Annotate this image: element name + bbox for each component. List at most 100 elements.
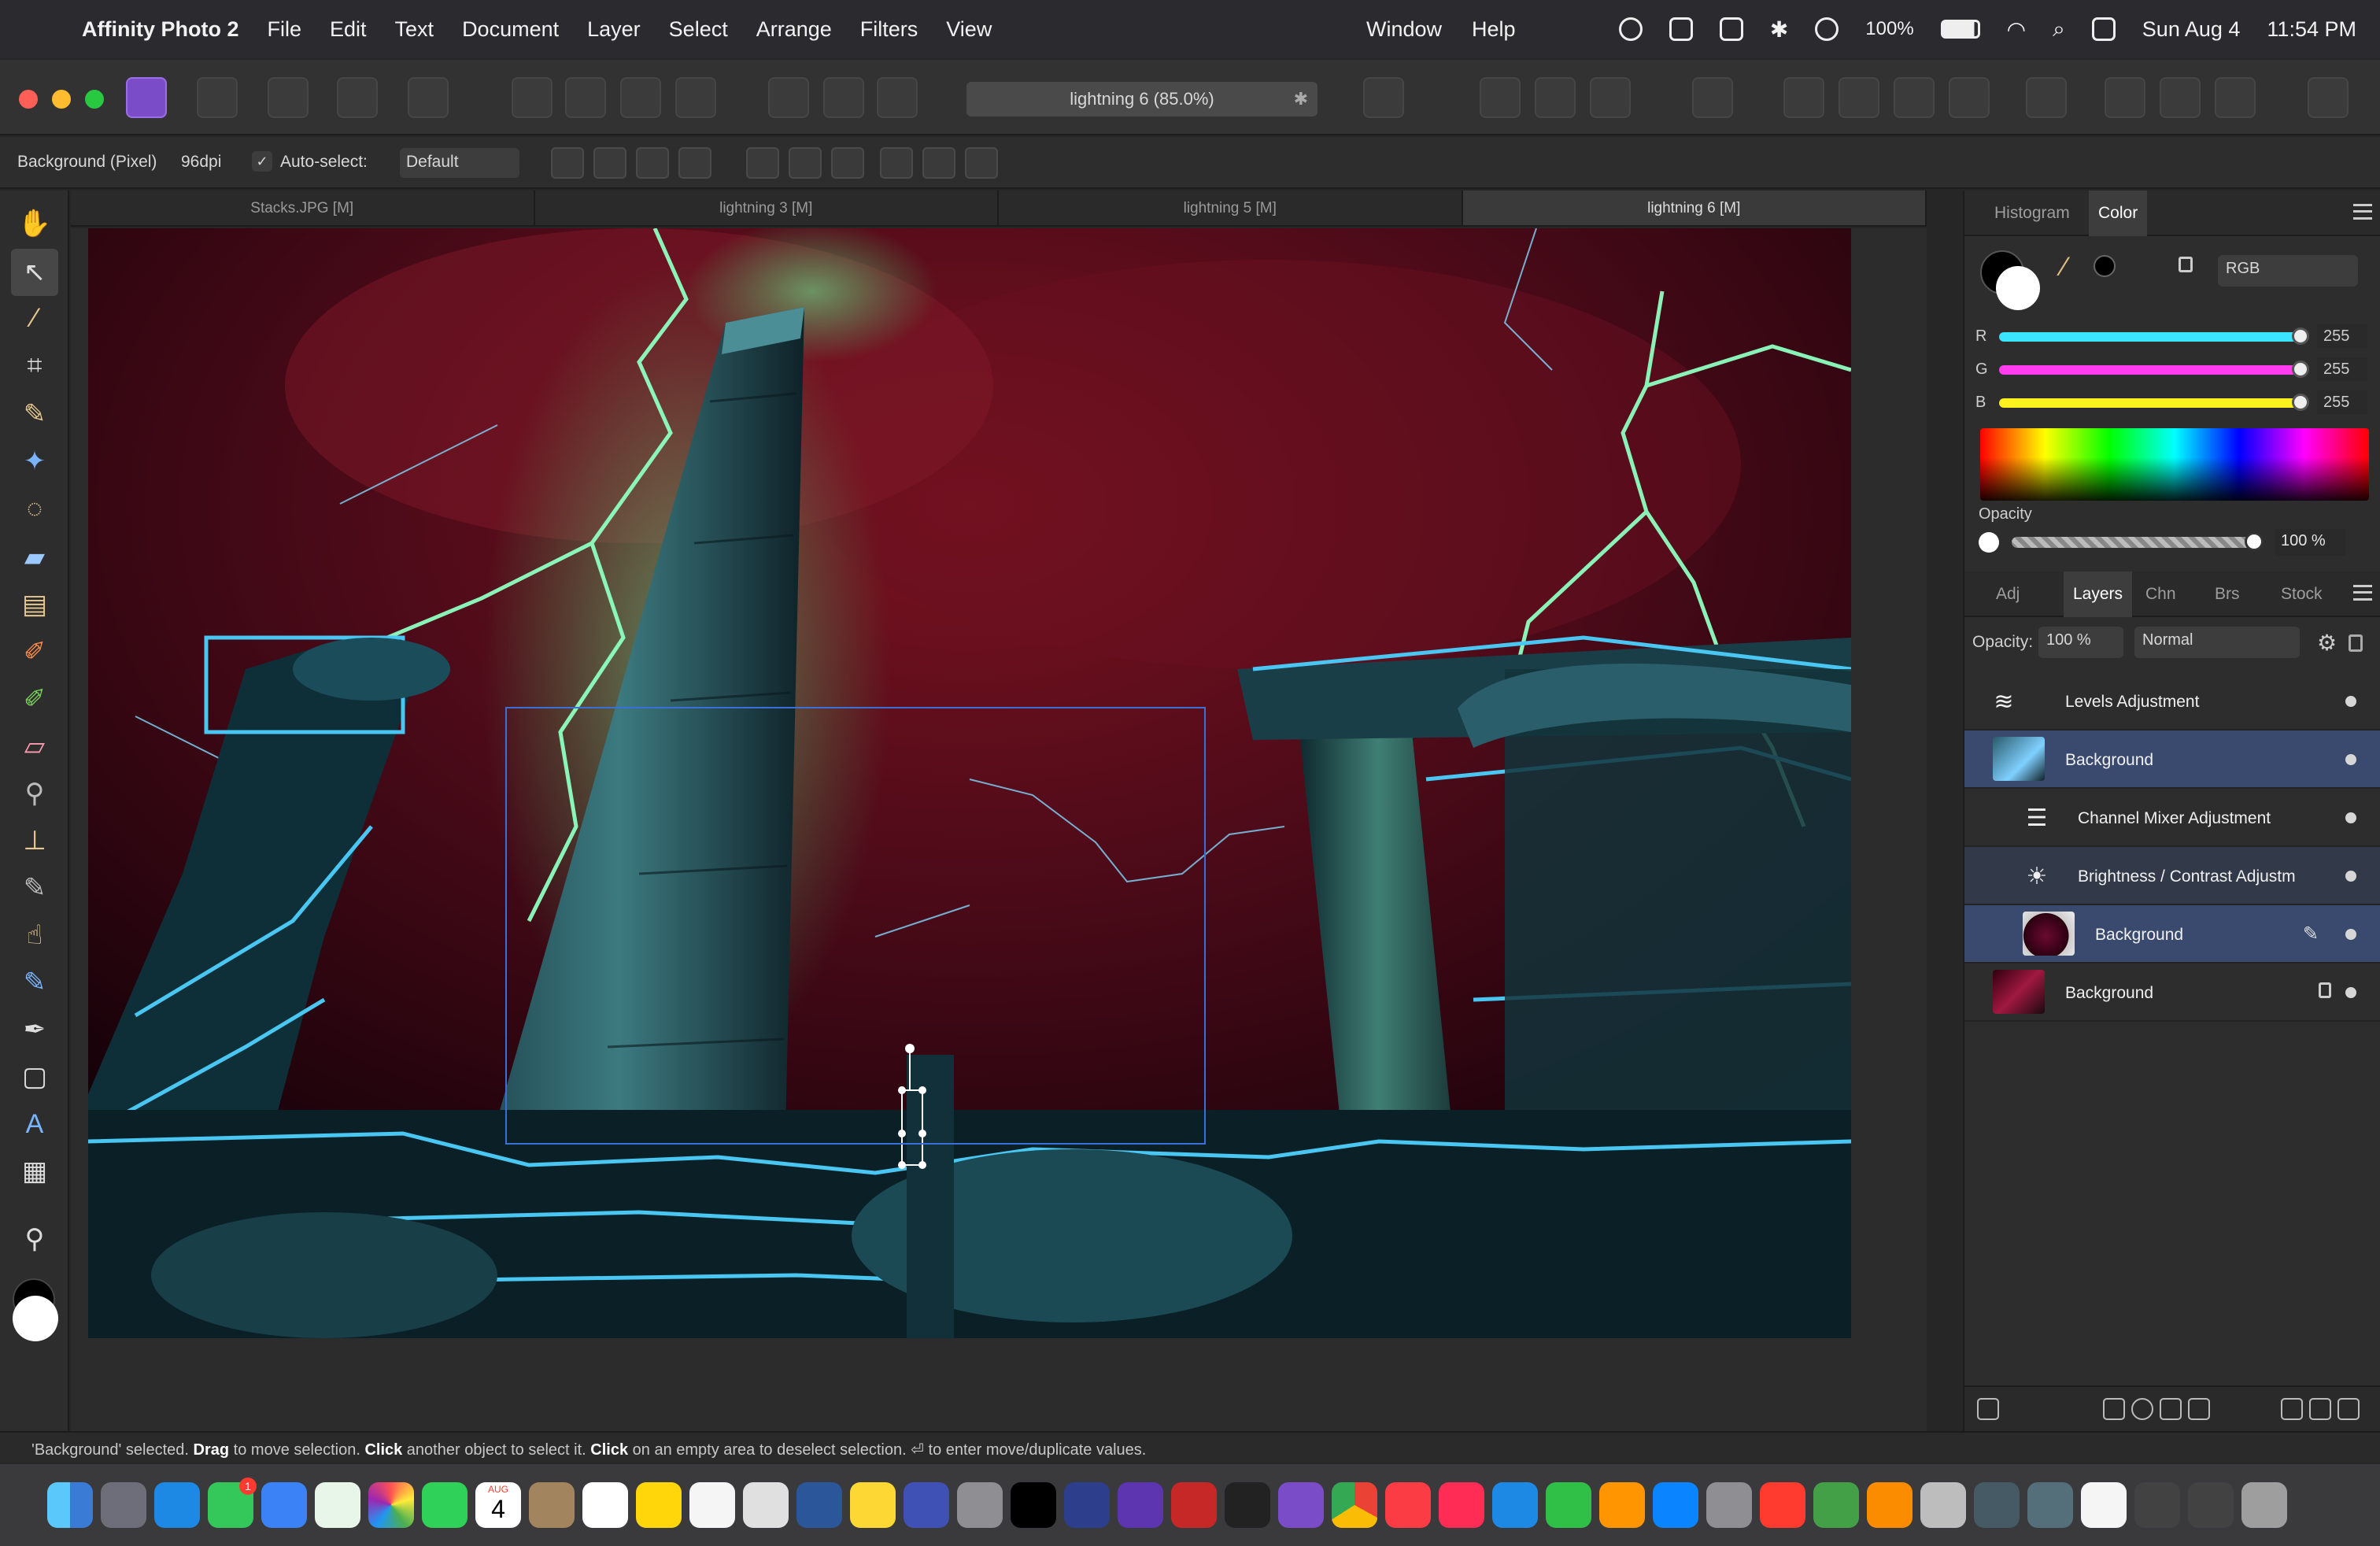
assistant-icon[interactable] bbox=[1692, 77, 1733, 118]
smudge-brush-tool-icon[interactable]: ☝ bbox=[17, 918, 52, 952]
rectangle-tool-icon[interactable]: ▢ bbox=[17, 1060, 52, 1094]
flood-fill-tool-icon[interactable]: ▰ bbox=[17, 540, 52, 575]
red-value[interactable]: 255 bbox=[2317, 324, 2367, 348]
office-apps-icon[interactable] bbox=[1760, 1482, 1805, 1528]
scale-with-object-icon[interactable] bbox=[636, 147, 669, 179]
quick-mask-icon[interactable] bbox=[1363, 77, 1404, 118]
paint-brush-tool-icon[interactable]: ✐ bbox=[17, 634, 52, 669]
align-center-icon[interactable] bbox=[789, 147, 822, 179]
zoom-window-button[interactable] bbox=[85, 90, 104, 109]
perspective-tool-icon[interactable]: ▦ bbox=[17, 1154, 52, 1189]
tab-histogram[interactable]: Histogram bbox=[1985, 190, 2079, 236]
screen-record-icon[interactable] bbox=[1618, 17, 1643, 41]
levels-icon[interactable] bbox=[512, 77, 552, 118]
system-utility-icon[interactable] bbox=[904, 1482, 949, 1528]
layer-row-levels[interactable]: ≋ Levels Adjustment bbox=[1964, 672, 2380, 730]
filezilla-icon[interactable] bbox=[1171, 1482, 1217, 1528]
green-value[interactable]: 255 bbox=[2317, 357, 2367, 381]
menu-filters[interactable]: Filters bbox=[860, 17, 918, 42]
red-track[interactable] bbox=[1999, 332, 2298, 342]
menu-text[interactable]: Text bbox=[395, 17, 434, 42]
chrome-icon[interactable] bbox=[1332, 1482, 1377, 1528]
screenshots-stack-icon[interactable] bbox=[2188, 1482, 2234, 1528]
app-store-icon[interactable] bbox=[1653, 1482, 1698, 1528]
arrange-backward-icon[interactable] bbox=[1839, 77, 1879, 118]
crop-tool-icon[interactable]: ⌗ bbox=[17, 348, 52, 383]
maps-icon[interactable] bbox=[315, 1482, 360, 1528]
auto-select-checkbox[interactable]: ✓ bbox=[252, 151, 272, 172]
finder-icon[interactable] bbox=[47, 1482, 93, 1528]
pages-icon[interactable] bbox=[1599, 1482, 1645, 1528]
color-picker-tool-icon[interactable]: ⁄ bbox=[17, 301, 52, 335]
blue-track[interactable] bbox=[1999, 398, 2298, 408]
tone-map-persona-icon[interactable] bbox=[337, 77, 378, 118]
system-settings-icon[interactable] bbox=[1706, 1482, 1752, 1528]
tab-stacks[interactable]: Stacks.JPG [M] bbox=[71, 190, 535, 225]
green-slider[interactable]: G 255 bbox=[1975, 357, 2369, 383]
layer-opacity-field[interactable]: 100 % bbox=[2038, 627, 2123, 658]
arrange-forward-icon[interactable] bbox=[1894, 77, 1935, 118]
document-title-field[interactable]: lightning 6 (85.0%) ✱ bbox=[966, 82, 1318, 117]
menu-window[interactable]: Window bbox=[1366, 17, 1442, 42]
brush-edit-icon[interactable]: ✎ bbox=[2303, 923, 2319, 945]
tab-adjustments[interactable]: Adj bbox=[1986, 571, 2029, 617]
picked-color-swatch[interactable] bbox=[2094, 255, 2116, 277]
layer-visibility-dot[interactable] bbox=[2345, 987, 2356, 998]
layer-visibility-dot[interactable] bbox=[2345, 871, 2356, 882]
wifi-icon[interactable]: ◠ bbox=[2007, 17, 2026, 43]
layer-row-background-base[interactable]: Background bbox=[1964, 963, 2380, 1022]
arrange-front-icon[interactable] bbox=[1949, 77, 1990, 118]
preview-icon[interactable] bbox=[1974, 1482, 2020, 1528]
blue-slider[interactable]: B 255 bbox=[1975, 390, 2369, 416]
auto-white-balance-icon[interactable] bbox=[675, 77, 716, 118]
menu-edit[interactable]: Edit bbox=[330, 17, 367, 42]
lock-icon[interactable] bbox=[2179, 257, 2193, 272]
layer-visibility-dot[interactable] bbox=[2345, 754, 2356, 765]
transform-origin-icon[interactable] bbox=[551, 147, 584, 179]
artistic-text-tool-icon[interactable]: A bbox=[17, 1107, 52, 1141]
freehand-selection-tool-icon[interactable]: ◌ bbox=[17, 491, 52, 526]
apple-tv-icon[interactable] bbox=[1011, 1482, 1056, 1528]
play-icon[interactable] bbox=[1815, 17, 1839, 41]
menu-time[interactable]: 11:54 PM bbox=[2267, 17, 2356, 42]
affinity-photo-icon[interactable] bbox=[1278, 1482, 1324, 1528]
boolean-add-icon[interactable] bbox=[2105, 77, 2145, 118]
erase-brush-tool-icon[interactable]: ▱ bbox=[17, 729, 52, 764]
tab-channels[interactable]: Chn bbox=[2136, 571, 2186, 617]
stickies-icon[interactable] bbox=[850, 1482, 896, 1528]
flood-select-tool-icon[interactable]: ✦ bbox=[17, 444, 52, 479]
align-left-icon[interactable] bbox=[746, 147, 779, 179]
photos-icon[interactable] bbox=[368, 1482, 414, 1528]
add-group-icon[interactable] bbox=[2281, 1398, 2303, 1420]
tab-layers[interactable]: Layers bbox=[2064, 571, 2133, 617]
account-icon[interactable] bbox=[2308, 77, 2349, 118]
document-icon[interactable] bbox=[2081, 1482, 2127, 1528]
view-tool-icon[interactable]: ✋ bbox=[17, 206, 52, 241]
auto-contrast-icon[interactable] bbox=[565, 77, 606, 118]
menu-arrange[interactable]: Arrange bbox=[756, 17, 832, 42]
tab-brushes[interactable]: Brs bbox=[2205, 571, 2249, 617]
primary-color-swatch[interactable] bbox=[13, 1296, 58, 1341]
selection-bounding-box[interactable] bbox=[505, 707, 1206, 1145]
layer-row-background-group[interactable]: Background bbox=[1964, 730, 2380, 789]
launchpad-icon[interactable] bbox=[101, 1482, 146, 1528]
snapping-icon[interactable] bbox=[1480, 77, 1521, 118]
bluetooth-icon[interactable]: ✱ bbox=[1770, 17, 1788, 43]
font-book-icon[interactable] bbox=[1920, 1482, 1966, 1528]
layer-row-brightness-contrast[interactable]: ☀ Brightness / Contrast Adjustm bbox=[1964, 847, 2380, 905]
safari-icon[interactable] bbox=[154, 1482, 200, 1528]
minimize-window-button[interactable] bbox=[52, 90, 71, 109]
opacity-knob[interactable] bbox=[2245, 532, 2264, 551]
textedit-icon[interactable] bbox=[743, 1482, 789, 1528]
numbers-icon[interactable] bbox=[1546, 1482, 1591, 1528]
search-icon[interactable]: ⌕ bbox=[2053, 17, 2065, 43]
app-name-menu[interactable]: Affinity Photo 2 bbox=[82, 17, 238, 42]
add-mask-icon[interactable] bbox=[2103, 1398, 2125, 1420]
delete-layer-icon[interactable] bbox=[2338, 1398, 2360, 1420]
layer-visibility-dot[interactable] bbox=[2345, 696, 2356, 707]
layer-lock-icon[interactable] bbox=[2349, 634, 2363, 652]
opacity-slider[interactable] bbox=[2012, 537, 2251, 548]
office-apps-2-icon[interactable] bbox=[1813, 1482, 1859, 1528]
layer-locked-icon[interactable] bbox=[2319, 982, 2331, 998]
show-selection-box-icon[interactable] bbox=[593, 147, 626, 179]
